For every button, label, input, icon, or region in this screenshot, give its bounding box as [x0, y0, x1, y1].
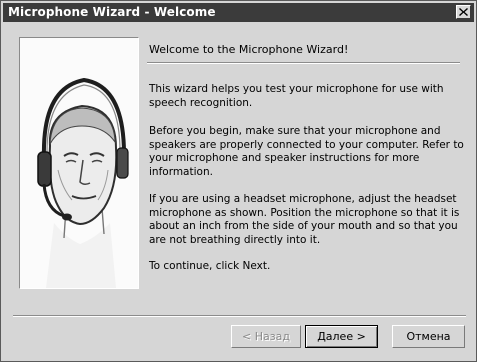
- window-title: Microphone Wizard - Welcome: [8, 5, 216, 19]
- continue-paragraph: To continue, click Next.: [149, 260, 271, 272]
- heading-divider: [147, 62, 460, 64]
- close-icon: [459, 8, 468, 16]
- wizard-window: Microphone Wizard - Welcome Welcome to t…: [0, 0, 477, 362]
- next-button[interactable]: Далее >: [305, 325, 378, 348]
- intro-paragraph: This wizard helps you test your micropho…: [149, 83, 444, 109]
- footer-divider: [13, 315, 466, 317]
- headset-illustration: [19, 37, 139, 289]
- cancel-button[interactable]: Отмена: [392, 325, 465, 348]
- back-button[interactable]: < Назад: [231, 325, 301, 348]
- close-button[interactable]: [456, 5, 471, 19]
- headset-person-icon: [37, 77, 129, 288]
- title-bar[interactable]: Microphone Wizard - Welcome: [3, 3, 474, 22]
- connection-paragraph: Before you begin, make sure that your mi…: [149, 125, 464, 178]
- wizard-heading: Welcome to the Microphone Wizard!: [149, 43, 349, 56]
- headset-paragraph: If you are using a headset microphone, a…: [149, 193, 460, 246]
